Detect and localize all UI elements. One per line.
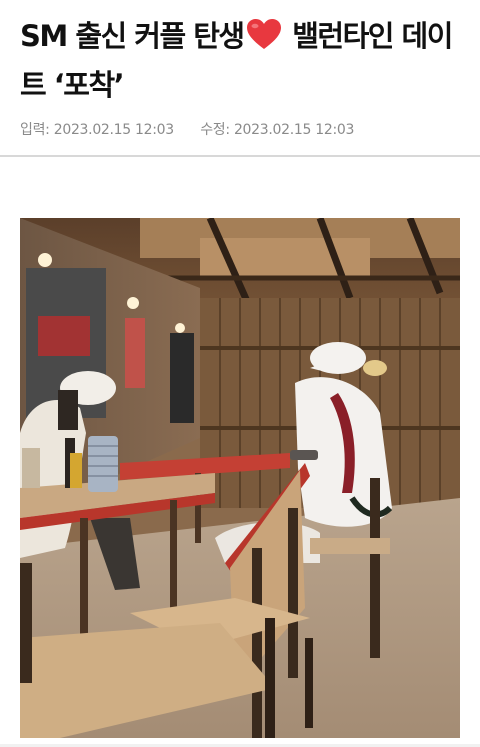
title-text-1: SM 출신 커플 탄생 — [20, 19, 245, 53]
restaurant-scene-illustration — [20, 218, 460, 738]
header-divider — [0, 155, 480, 157]
article-title: SM 출신 커플 탄생 밸런타인 데이트 ‘포착’ — [20, 14, 466, 108]
modified-date: 2023.02.15 12:03 — [233, 122, 355, 138]
article-dates: 입력: 2023.02.15 12:03 수정: 2023.02.15 12:0… — [20, 119, 354, 139]
article-photo[interactable] — [20, 218, 460, 738]
modified-label: 수정: — [200, 122, 230, 138]
published-date: 2023.02.15 12:03 — [53, 122, 174, 138]
published-label: 입력: — [20, 122, 50, 138]
red-heart-icon — [246, 18, 282, 63]
